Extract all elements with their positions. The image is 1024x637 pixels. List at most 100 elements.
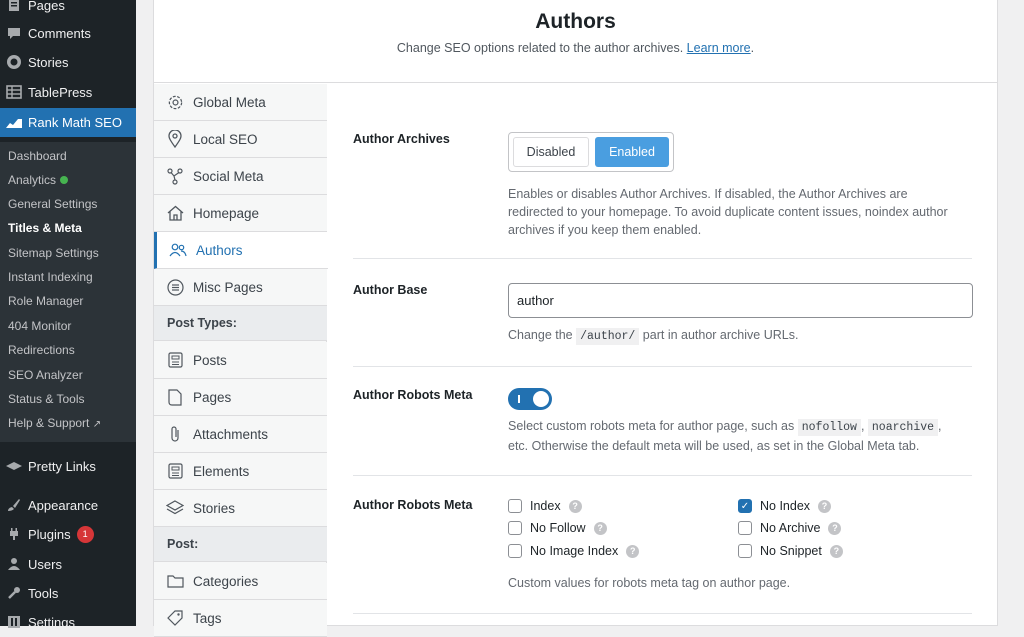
index-checkbox[interactable]: Index? — [508, 499, 582, 513]
sidebar-item-stories[interactable]: Stories — [0, 48, 136, 76]
submenu-seo-analyzer[interactable]: SEO Analyzer — [8, 368, 83, 382]
author-base-description: Change the /author/ part in author archi… — [508, 326, 798, 346]
submenu-redirections[interactable]: Redirections — [8, 343, 75, 357]
checkbox-label: No Index — [760, 499, 811, 513]
robots-meta-values-description: Custom values for robots meta tag on aut… — [508, 576, 791, 590]
submenu-help-support[interactable]: Help & Support ↗ — [8, 416, 101, 430]
tab-label: Homepage — [193, 205, 260, 221]
submenu-label: Titles & Meta — [8, 221, 82, 235]
submenu-label: General Settings — [8, 197, 98, 211]
layers-icon — [166, 499, 184, 517]
tab-local-seo[interactable]: Local SEO — [154, 121, 327, 158]
sidebar-item-rank-math-seo[interactable]: Rank Math SEO — [0, 108, 136, 137]
help-icon[interactable]: ? — [828, 521, 842, 535]
help-icon[interactable]: ? — [593, 521, 607, 535]
help-icon[interactable]: ? — [829, 544, 843, 558]
checkbox-box — [508, 499, 522, 513]
status-dot — [60, 176, 69, 184]
plug-icon — [4, 524, 24, 544]
users-icon — [169, 241, 187, 259]
stories-icon — [4, 52, 24, 72]
code-nofollow: nofollow — [797, 419, 861, 436]
sidebar-item-label: Stories — [28, 54, 69, 70]
submenu-404-monitor[interactable]: 404 Monitor — [8, 319, 71, 333]
submenu-titles-meta[interactable]: Titles & Meta — [8, 221, 82, 235]
disabled-button[interactable]: Disabled — [513, 137, 589, 167]
enabled-button[interactable]: Enabled — [595, 137, 669, 167]
user-icon — [4, 554, 24, 574]
description-text: Select custom robots meta for author pag… — [508, 419, 798, 433]
help-icon[interactable]: ? — [818, 499, 832, 513]
help-icon[interactable]: ? — [626, 544, 640, 558]
sidebar-item-pages[interactable]: Pages — [0, 0, 136, 19]
submenu-role-manager[interactable]: Role Manager — [8, 294, 83, 308]
tab-label: Elements — [193, 463, 250, 479]
sidebar-item-settings[interactable]: Settings — [0, 608, 136, 636]
description-line: archives if you keep them enabled. — [508, 223, 702, 237]
author-robots-meta-toggle[interactable] — [508, 388, 552, 410]
post-icon — [166, 351, 184, 369]
checkbox-label: Index — [530, 499, 561, 513]
submenu-label: Instant Indexing — [8, 270, 93, 284]
tab-elements[interactable]: Elements — [154, 453, 327, 490]
help-icon[interactable]: ? — [568, 499, 582, 513]
tab-label: Categories — [193, 573, 259, 589]
paperclip-icon — [166, 425, 184, 443]
tab-categories[interactable]: Categories — [154, 563, 327, 600]
no-follow-checkbox[interactable]: No Follow? — [508, 521, 607, 535]
submenu-instant-indexing[interactable]: Instant Indexing — [8, 270, 93, 284]
sidebar-item-label: Users — [28, 556, 62, 572]
description-line: Enables or disables Author Archives. If … — [508, 187, 908, 201]
tab-label: Global Meta — [193, 94, 266, 110]
submenu-status-tools[interactable]: Status & Tools — [8, 392, 85, 406]
description-text: Change the — [508, 328, 577, 342]
list-circle-icon — [166, 278, 184, 296]
learn-more-link[interactable]: Learn more — [687, 41, 751, 55]
tab-misc-pages[interactable]: Misc Pages — [154, 269, 327, 306]
sidebar-item-pretty-links[interactable]: Pretty Links — [0, 452, 136, 480]
sidebar-item-tools[interactable]: Tools — [0, 579, 136, 607]
comments-icon — [4, 23, 24, 43]
submenu-dashboard[interactable]: Dashboard — [8, 149, 67, 163]
update-count-badge: 1 — [76, 525, 94, 543]
author-base-input[interactable]: author — [508, 283, 973, 318]
tab-label: Misc Pages — [193, 279, 263, 295]
tab-pages[interactable]: Pages — [154, 379, 327, 416]
sidebar-item-comments[interactable]: Comments — [0, 19, 136, 47]
post-types-heading: Post Types: — [154, 306, 327, 341]
page-icon — [166, 388, 184, 406]
sidebar-item-appearance[interactable]: Appearance — [0, 491, 136, 519]
no-image-index-checkbox[interactable]: No Image Index? — [508, 544, 640, 558]
map-pin-icon — [166, 130, 184, 148]
sidebar-item-label: Pages — [28, 0, 65, 13]
no-snippet-checkbox[interactable]: No Snippet? — [738, 544, 843, 558]
divider — [353, 258, 972, 259]
submenu-analytics[interactable]: Analytics — [8, 173, 69, 187]
tab-authors[interactable]: Authors — [154, 232, 328, 269]
divider — [353, 613, 972, 614]
submenu-general-settings[interactable]: General Settings — [8, 197, 97, 211]
table-icon — [4, 82, 24, 102]
tab-social-meta[interactable]: Social Meta — [154, 158, 327, 195]
tab-global-meta[interactable]: Global Meta — [154, 84, 327, 121]
tab-homepage[interactable]: Homepage — [154, 195, 327, 232]
page-description: Change SEO options related to the author… — [154, 41, 997, 55]
tab-attachments[interactable]: Attachments — [154, 416, 327, 453]
description-separator: , — [860, 419, 868, 433]
sidebar-item-users[interactable]: Users — [0, 550, 136, 578]
input-value: author — [517, 293, 554, 308]
sidebar-item-label: Appearance — [28, 497, 99, 513]
submenu-sitemap-settings[interactable]: Sitemap Settings — [8, 246, 99, 260]
tab-posts[interactable]: Posts — [154, 342, 327, 379]
rank-math-icon — [4, 113, 24, 133]
tab-tags[interactable]: Tags — [154, 600, 327, 637]
tab-stories[interactable]: Stories — [154, 490, 327, 527]
sidebar-item-plugins[interactable]: Plugins 1 — [0, 520, 136, 548]
pretty-links-icon — [4, 456, 24, 476]
sidebar-item-label: TablePress — [28, 84, 93, 100]
sidebar-item-tablepress[interactable]: TablePress — [0, 78, 136, 106]
author-robots-meta-description: Select custom robots meta for author pag… — [508, 417, 978, 455]
no-archive-checkbox[interactable]: No Archive? — [738, 521, 842, 535]
no-index-checkbox[interactable]: ✓ No Index? — [738, 499, 832, 513]
author-archives-switch: Disabled Enabled — [508, 132, 674, 172]
